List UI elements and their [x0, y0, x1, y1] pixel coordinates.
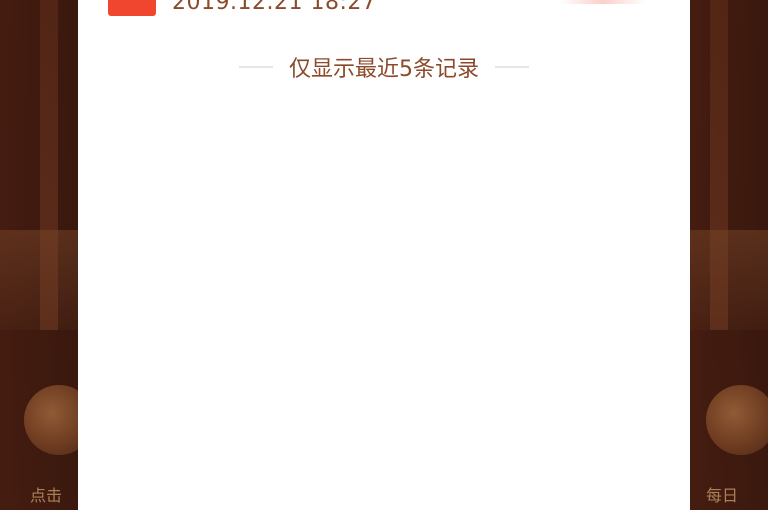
background-left-label: 点击: [30, 486, 63, 505]
background-ridge: [690, 230, 768, 330]
background-left-panel: 点击: [0, 0, 94, 510]
screen: 点击 每日 2019.12.21 18:27 仅显示最近5条记录: [0, 0, 768, 510]
background-right-panel: 每日: [690, 0, 768, 510]
record-list-panel: 2019.12.21 18:27 仅显示最近5条记录: [78, 0, 690, 510]
footer-note-text: 仅显示最近5条记录: [289, 57, 479, 82]
background-ridge: [0, 230, 78, 330]
background-right-label: 每日: [706, 486, 739, 505]
background-calendar-icon: [706, 385, 768, 455]
record-type-badge: [108, 0, 156, 16]
record-time: 2019.12.21 18:27: [172, 0, 377, 15]
record-list-item: 2019.12.21 18:27: [78, 0, 690, 22]
footer-divider-left: [239, 66, 273, 68]
footer-divider-right: [495, 66, 529, 68]
footer-note: 仅显示最近5条记录: [78, 52, 690, 82]
record-amount-cut-off: [560, 0, 646, 4]
